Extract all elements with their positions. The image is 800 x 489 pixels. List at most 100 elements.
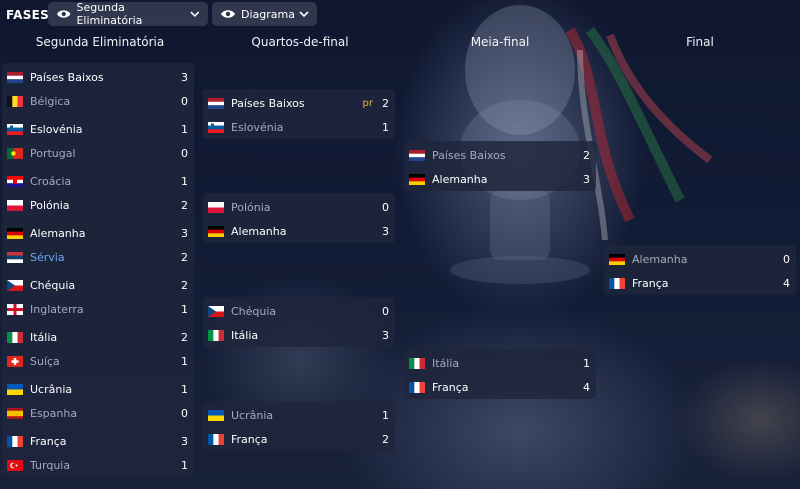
team-name: Alemanha: [231, 224, 287, 238]
flag-france-icon: [7, 435, 23, 447]
match-row[interactable]: Eslovénia 1: [2, 117, 194, 141]
flag-italy-icon: [7, 331, 23, 343]
team-name: Polónia: [231, 200, 271, 214]
flag-france-icon: [409, 381, 425, 393]
semi-final-match[interactable]: Itália 1 França 4: [404, 349, 596, 399]
score: 4: [583, 380, 590, 394]
flag-netherlands-icon: [208, 97, 224, 109]
semi-final-match[interactable]: Países Baixos 2 Alemanha 3: [404, 141, 596, 191]
score: 1: [181, 122, 188, 136]
match-row[interactable]: França 4: [604, 271, 796, 295]
team-name: Inglaterra: [30, 302, 84, 316]
match-row[interactable]: Inglaterra 1: [2, 297, 194, 321]
match-row[interactable]: França 2: [203, 427, 395, 451]
match-row[interactable]: Eslovénia 1: [203, 115, 395, 139]
flag-germany-icon: [609, 253, 625, 265]
eye-icon: [221, 10, 235, 18]
match-row[interactable]: Suíça 1: [2, 349, 194, 373]
round-of-16-panel: Países Baixos 3 Bélgica 0 Eslovénia 1 Po…: [2, 63, 194, 476]
match-row[interactable]: Países Baixos pr 2: [203, 91, 395, 115]
flag-netherlands-icon: [409, 149, 425, 161]
score: 0: [181, 146, 188, 160]
match-row[interactable]: Ucrânia 1: [2, 377, 194, 401]
column-header-r16: Segunda Eliminatória: [35, 35, 165, 49]
score: 0: [382, 304, 389, 318]
match-row[interactable]: Chéquia 2: [2, 273, 194, 297]
team-name: Eslovénia: [231, 120, 284, 134]
eye-icon: [56, 10, 71, 18]
match-row[interactable]: Polónia 0: [203, 195, 395, 219]
match-row[interactable]: Portugal 0: [2, 141, 194, 165]
match-row[interactable]: França 3: [2, 429, 194, 453]
score: 3: [382, 328, 389, 342]
match-row[interactable]: Ucrânia 1: [203, 403, 395, 427]
score: 1: [382, 120, 389, 134]
match-row[interactable]: Bélgica 0: [2, 89, 194, 113]
column-header-sf: Meia-final: [470, 35, 530, 49]
score: 3: [181, 434, 188, 448]
match-row[interactable]: Itália 2: [2, 325, 194, 349]
page-title: FASES: [6, 8, 50, 22]
score: 1: [583, 356, 590, 370]
stage-dropdown-label: Segunda Eliminatória: [76, 1, 143, 27]
score: 0: [382, 200, 389, 214]
view-dropdown[interactable]: Diagrama: [212, 2, 317, 26]
match-row[interactable]: Países Baixos 2: [404, 143, 596, 167]
match-row[interactable]: Turquia 1: [2, 453, 194, 477]
quarter-final-match[interactable]: Países Baixos pr 2 Eslovénia 1: [203, 89, 395, 139]
penalties-note: pr: [362, 97, 373, 109]
top-bar: FASES Segunda Eliminatória Diagrama: [0, 0, 800, 30]
flag-italy-icon: [409, 357, 425, 369]
score: 1: [181, 302, 188, 316]
team-name: Itália: [231, 328, 259, 342]
match-row[interactable]: Alemanha 0: [604, 247, 796, 271]
quarter-final-match[interactable]: Chéquia 0 Itália 3: [203, 297, 395, 347]
match-row[interactable]: Países Baixos 3: [2, 65, 194, 89]
flag-ukraine-icon: [7, 383, 23, 395]
team-name: Chéquia: [231, 304, 277, 318]
score: 1: [181, 174, 188, 188]
quarter-final-match[interactable]: Polónia 0 Alemanha 3: [203, 193, 395, 243]
score: 2: [181, 250, 188, 264]
score: 1: [382, 408, 389, 422]
view-dropdown-label: Diagrama: [241, 7, 295, 21]
stage-dropdown[interactable]: Segunda Eliminatória: [48, 1, 208, 27]
team-name: Croácia: [30, 174, 72, 188]
flag-spain-icon: [7, 407, 23, 419]
flag-germany-icon: [7, 227, 23, 239]
match-row[interactable]: Alemanha 3: [2, 221, 194, 245]
team-name: França: [30, 434, 67, 448]
match-row[interactable]: Alemanha 3: [404, 167, 596, 191]
score: 2: [181, 278, 188, 292]
flag-poland-icon: [208, 201, 224, 213]
score: 2: [181, 198, 188, 212]
match-row[interactable]: Chéquia 0: [203, 299, 395, 323]
score: 2: [382, 96, 389, 110]
flag-france-icon: [208, 433, 224, 445]
team-name: Países Baixos: [432, 148, 506, 162]
team-name: Suíça: [30, 354, 60, 368]
team-name: França: [632, 276, 669, 290]
flag-croatia-icon: [7, 175, 23, 187]
quarter-final-match[interactable]: Ucrânia 1 França 2: [203, 401, 395, 451]
flag-netherlands-icon: [7, 71, 23, 83]
match-row[interactable]: Polónia 2: [2, 193, 194, 217]
match-row[interactable]: Espanha 0: [2, 401, 194, 425]
team-name-link[interactable]: Sérvia: [30, 251, 168, 264]
match-row[interactable]: Itália 1: [404, 351, 596, 375]
flag-poland-icon: [7, 199, 23, 211]
chevron-down-icon: [190, 11, 200, 18]
flag-germany-icon: [409, 173, 425, 185]
flag-ukraine-icon: [208, 409, 224, 421]
match-row[interactable]: Croácia 1: [2, 169, 194, 193]
match-row[interactable]: França 4: [404, 375, 596, 399]
flag-england-icon: [7, 303, 23, 315]
match-row[interactable]: Alemanha 3: [203, 219, 395, 243]
score: 0: [181, 94, 188, 108]
match-row[interactable]: Itália 3: [203, 323, 395, 347]
score: 2: [382, 432, 389, 446]
team-name: Turquia: [30, 458, 71, 472]
score: 2: [583, 148, 590, 162]
final-match[interactable]: Alemanha 0 França 4: [604, 245, 796, 295]
match-row[interactable]: Sérvia 2: [2, 245, 194, 269]
